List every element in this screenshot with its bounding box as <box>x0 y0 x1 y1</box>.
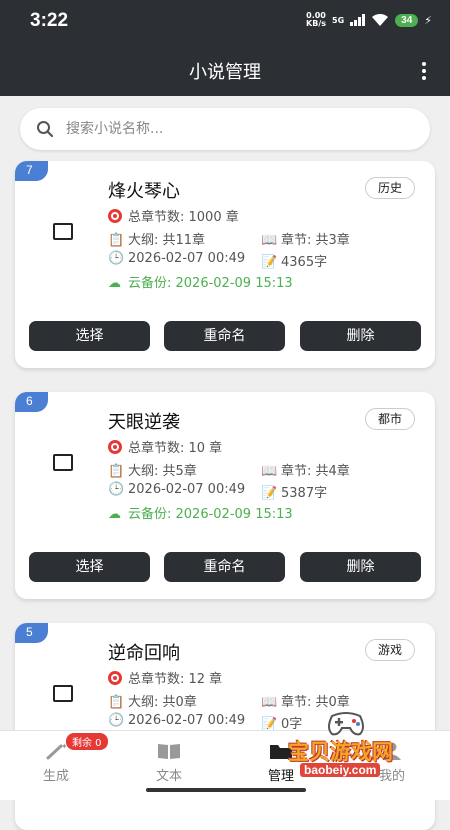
book-icon: 📖 <box>261 233 278 248</box>
memo-icon: 📝 <box>261 255 278 270</box>
cloud-backup: ☁ 云备份: 2026-02-09 15:13 <box>108 507 293 522</box>
word-count: 📝 4365字 <box>261 255 328 270</box>
genre-tag: 游戏 <box>364 639 415 661</box>
outline-count: 📋 大纲: 共11章 <box>108 233 206 248</box>
app-bar: 小说管理 <box>0 44 450 96</box>
delete-button[interactable]: 删除 <box>300 552 421 582</box>
created-time: 🕒 2026-02-07 00:49 <box>108 713 246 728</box>
charging-icon: ⚡ <box>424 13 432 27</box>
novel-index-badge: 5 <box>15 623 48 643</box>
target-icon <box>108 671 122 685</box>
novel-title: 天眼逆袭 <box>108 412 180 433</box>
genre-tag: 历史 <box>364 177 415 199</box>
novel-title: 烽火琴心 <box>108 181 180 202</box>
clock-icon: 🕒 <box>108 713 125 728</box>
novel-checkbox[interactable] <box>53 685 73 702</box>
word-count: 📝 5387字 <box>261 486 328 501</box>
outline-count: 📋 大纲: 共5章 <box>108 464 197 479</box>
home-indicator[interactable] <box>146 788 306 792</box>
clipboard-icon: 📋 <box>108 464 125 479</box>
genre-tag: 都市 <box>364 408 415 430</box>
clipboard-icon: 📋 <box>108 233 125 248</box>
book-icon <box>158 744 180 759</box>
novel-title: 逆命回响 <box>108 643 180 664</box>
search-icon <box>37 121 54 138</box>
target-icon <box>108 209 122 223</box>
nav-text-label: 文本 <box>155 769 182 784</box>
signal-type: 5G <box>332 15 345 25</box>
outline-count: 📋 大纲: 共0章 <box>108 695 197 710</box>
novel-checkbox[interactable] <box>53 454 73 471</box>
watermark: 宝贝游戏网 baobeiy.com <box>280 706 430 786</box>
novel-card: 7 烽火琴心 历史 总章节数: 1000 章 📋 大纲: 共11章 📖 章节: 共3… <box>15 161 435 368</box>
watermark-text: 宝贝游戏网 <box>288 740 393 764</box>
novel-index-badge: 6 <box>15 392 48 412</box>
clock-icon: 🕒 <box>108 482 125 497</box>
status-indicators: 0.00 KB/s 5G 34 ⚡ <box>306 12 432 28</box>
search-input[interactable] <box>66 116 406 142</box>
wifi-icon <box>372 13 389 26</box>
select-button[interactable]: 选择 <box>29 321 150 351</box>
gamepad-icon <box>328 712 364 736</box>
network-speed: 0.00 KB/s <box>306 12 326 28</box>
more-menu-button[interactable] <box>418 60 430 82</box>
memo-icon: 📝 <box>261 486 278 501</box>
total-chapters: 总章节数: 1000 章 <box>108 206 239 225</box>
net-speed-unit: KB/s <box>306 19 326 28</box>
battery-icon: 34 <box>395 13 419 27</box>
rename-button[interactable]: 重命名 <box>164 321 285 351</box>
target-icon <box>108 440 122 454</box>
novel-checkbox[interactable] <box>53 223 73 240</box>
magic-wand-icon: ✦ <box>46 742 68 760</box>
nav-generate-label: 生成 <box>42 769 69 784</box>
total-chapters: 总章节数: 12 章 <box>108 668 222 687</box>
total-chapters: 总章节数: 10 章 <box>108 437 222 456</box>
book-icon: 📖 <box>261 464 278 479</box>
created-time: 🕒 2026-02-07 00:49 <box>108 482 246 497</box>
novel-index-badge: 7 <box>15 161 48 181</box>
clipboard-icon: 📋 <box>108 695 125 710</box>
rename-button[interactable]: 重命名 <box>164 552 285 582</box>
remaining-badge: 剩余 0 <box>66 733 108 750</box>
cloud-icon: ☁ <box>108 507 121 522</box>
search-bar <box>20 108 430 150</box>
chapter-count: 📖 章节: 共3章 <box>261 233 350 248</box>
created-time: 🕒 2026-02-07 00:49 <box>108 251 246 266</box>
book-icon: 📖 <box>261 695 278 710</box>
status-time: 3:22 <box>30 10 69 31</box>
chapter-count: 📖 章节: 共4章 <box>261 464 350 479</box>
delete-button[interactable]: 删除 <box>300 321 421 351</box>
cloud-icon: ☁ <box>108 276 121 291</box>
nav-text[interactable]: 文本 <box>129 741 209 784</box>
status-bar: 3:22 0.00 KB/s 5G 34 ⚡ <box>0 0 450 44</box>
select-button[interactable]: 选择 <box>29 552 150 582</box>
novel-card: 6 天眼逆袭 都市 总章节数: 10 章 📋 大纲: 共5章 📖 章节: 共4章 🕒… <box>15 392 435 599</box>
page-title: 小说管理 <box>189 62 261 83</box>
clock-icon: 🕒 <box>108 251 125 266</box>
cloud-backup: ☁ 云备份: 2026-02-09 15:13 <box>108 276 293 291</box>
watermark-url: baobeiy.com <box>300 763 381 777</box>
signal-icon <box>350 14 366 26</box>
